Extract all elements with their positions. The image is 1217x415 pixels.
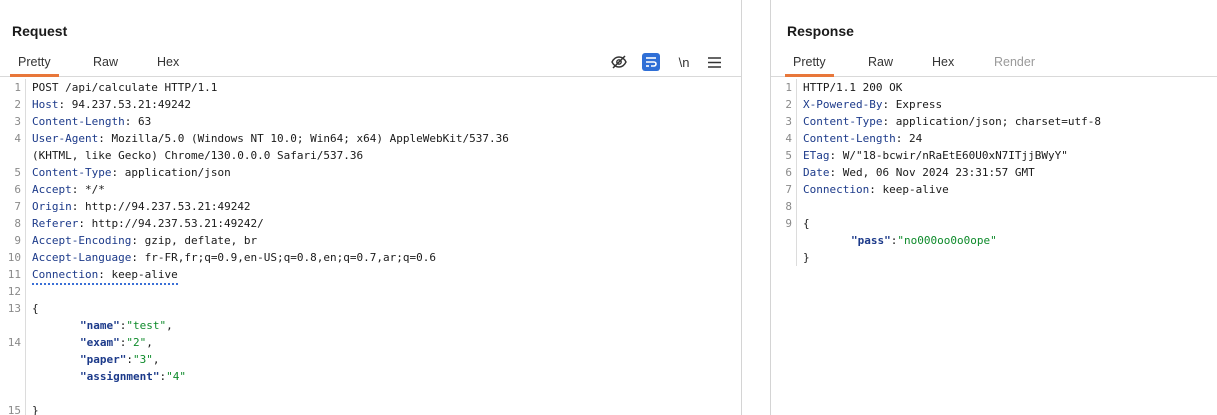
eye-slash-icon[interactable] — [609, 52, 629, 72]
response-title: Response — [787, 23, 854, 39]
request-tab-pretty[interactable]: Pretty — [10, 55, 59, 77]
response-tab-raw[interactable]: Raw — [868, 55, 893, 69]
code-line: 2 Host: 94.237.53.21:49242 — [0, 96, 741, 113]
code-line: 15} — [0, 402, 741, 415]
code-line — [0, 385, 741, 402]
code-line: 8 — [771, 198, 1217, 215]
code-line: 9 Accept-Encoding: gzip, deflate, br — [0, 232, 741, 249]
code-line: 4 Content-Length: 24 — [771, 130, 1217, 147]
response-pane: Response Pretty Raw Hex Render 1 HTTP/1.1… — [771, 0, 1217, 415]
request-tab-raw[interactable]: Raw — [93, 55, 118, 69]
wrap-lines-icon[interactable] — [641, 52, 661, 72]
code-line: 7 Connection: keep-alive — [771, 181, 1217, 198]
code-line: 6 Accept: */* — [0, 181, 741, 198]
code-line: 2 X-Powered-By: Express — [771, 96, 1217, 113]
code-line: 10 Accept-Language: fr-FR,fr;q=0.9,en-US;… — [0, 249, 741, 266]
json-line: 14 "exam":"2", — [0, 334, 741, 351]
request-tabs: Pretty Raw Hex \n — [0, 50, 741, 77]
code-line-continuation: (KHTML, like Gecko) Chrome/130.0.0.0 Saf… — [0, 147, 741, 164]
request-code-editor[interactable]: 1 POST /api/calculate HTTP/1.1 2 Host: 94.… — [0, 79, 741, 415]
code-line: 9{ — [771, 215, 1217, 232]
response-tabs: Pretty Raw Hex Render — [771, 50, 1217, 77]
newline-toggle-button[interactable]: \n — [676, 52, 692, 72]
code-line: 13{ — [0, 300, 741, 317]
response-tab-pretty[interactable]: Pretty — [785, 55, 834, 77]
json-line: "paper":"3", — [0, 351, 741, 368]
code-line: 1 HTTP/1.1 200 OK — [771, 79, 1217, 96]
response-tab-render[interactable]: Render — [994, 55, 1035, 69]
request-title: Request — [12, 23, 68, 39]
code-line: 7 Origin: http://94.237.53.21:49242 — [0, 198, 741, 215]
json-line: "name":"test", — [0, 317, 741, 334]
request-pane: Request Pretty Raw Hex \n 1 POST /api/cal… — [0, 0, 741, 415]
code-line: } — [771, 249, 1217, 266]
code-line: 11 Connection: keep-alive — [0, 266, 741, 285]
response-tab-hex[interactable]: Hex — [932, 55, 954, 69]
request-tab-hex[interactable]: Hex — [157, 55, 179, 69]
code-line: 5 Content-Type: application/json — [0, 164, 741, 181]
code-line: 3 Content-Type: application/json; charset… — [771, 113, 1217, 130]
response-code-editor[interactable]: 1 HTTP/1.1 200 OK 2 X-Powered-By: Express … — [771, 79, 1217, 415]
code-line: 12 — [0, 283, 741, 300]
pane-splitter[interactable] — [741, 0, 771, 415]
hamburger-menu-icon[interactable] — [706, 52, 722, 72]
code-line: 4 User-Agent: Mozilla/5.0 (Windows NT 10.… — [0, 130, 741, 147]
code-line: 5 ETag: W/"18-bcwir/nRaEtE60U0xN7ITjjBWyY… — [771, 147, 1217, 164]
code-line: 3 Content-Length: 63 — [0, 113, 741, 130]
json-line: "pass":"no000oo0o0ope" — [771, 232, 1217, 249]
code-line: 6 Date: Wed, 06 Nov 2024 23:31:57 GMT — [771, 164, 1217, 181]
json-line: "assignment":"4" — [0, 368, 741, 385]
code-line: 8 Referer: http://94.237.53.21:49242/ — [0, 215, 741, 232]
code-line: 1 POST /api/calculate HTTP/1.1 — [0, 79, 741, 96]
